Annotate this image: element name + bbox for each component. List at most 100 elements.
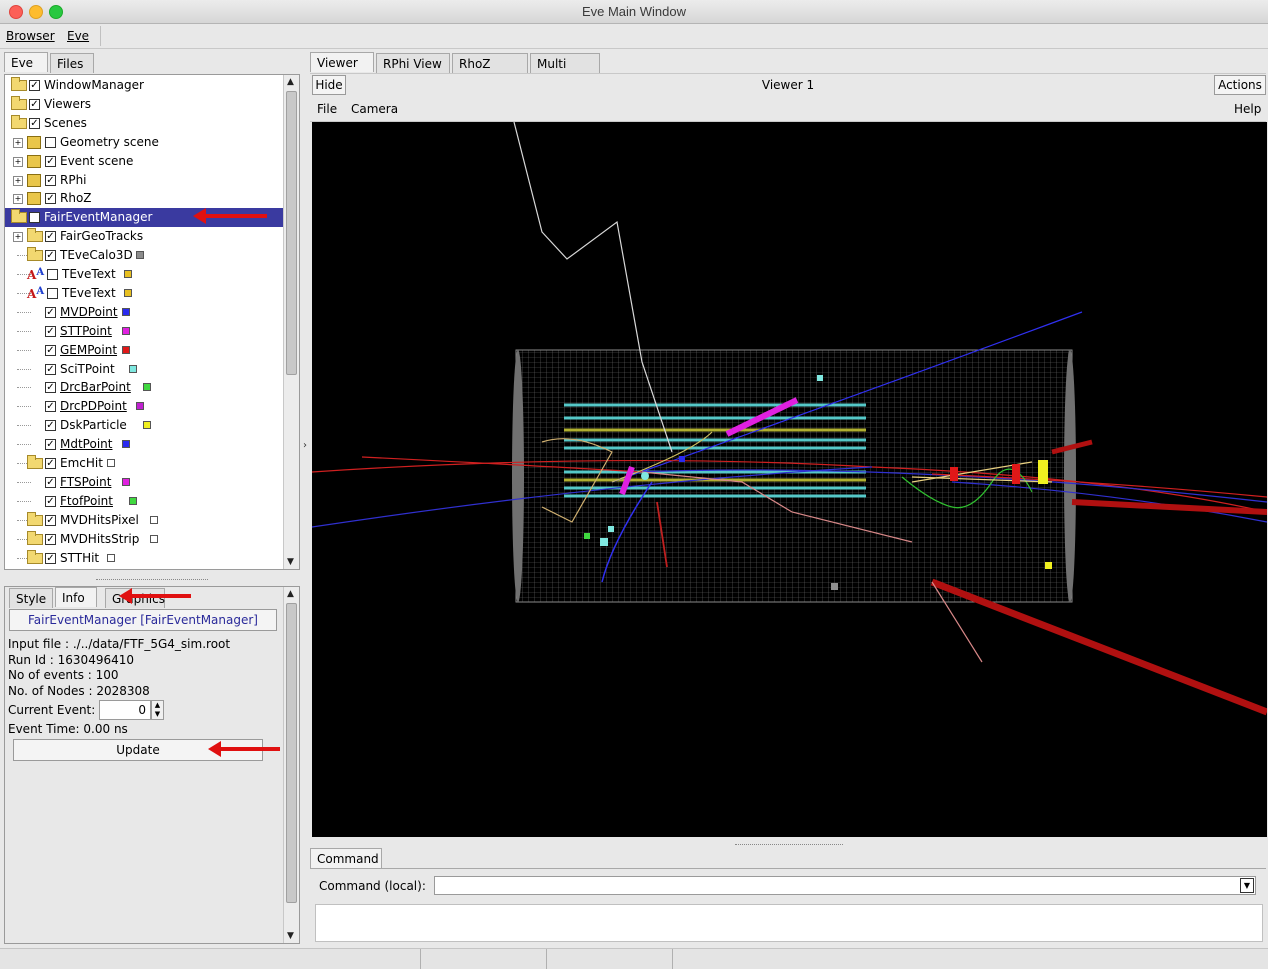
tree-item[interactable]: + ✓ RPhi — [5, 171, 283, 190]
expand-icon[interactable]: + — [13, 232, 23, 243]
tree-item[interactable]: ✓ MdtPoint — [5, 435, 283, 454]
tree-item[interactable]: ✓ DrcBarPoint — [5, 378, 283, 397]
command-dropdown-icon[interactable]: ▼ — [1240, 878, 1254, 893]
visibility-checkbox[interactable]: ✓ — [45, 514, 56, 526]
tree-item[interactable]: AA TEveText — [5, 284, 283, 303]
tree-item[interactable]: ✓ FtofPoint — [5, 492, 283, 511]
tab-rphi-view[interactable]: RPhi View — [376, 53, 450, 73]
tree-item[interactable]: ✓ GEMPoint — [5, 341, 283, 360]
tree-item[interactable]: ✓ Viewers — [5, 95, 283, 114]
color-swatch[interactable] — [121, 345, 130, 354]
expand-icon[interactable]: + — [13, 137, 23, 148]
tree-item[interactable]: ✓ WindowManager — [5, 76, 283, 95]
tree-item[interactable]: ✓ Scenes — [5, 114, 283, 133]
color-swatch[interactable] — [121, 307, 130, 316]
visibility-checkbox[interactable] — [45, 136, 56, 148]
scroll-up-icon[interactable]: ▲ — [287, 77, 294, 87]
current-event-input[interactable]: 0 — [99, 700, 151, 720]
tab-viewer1[interactable]: Viewer 1 — [310, 52, 374, 90]
visibility-checkbox[interactable]: ✓ — [45, 344, 56, 356]
tab-eve[interactable]: Eve — [4, 52, 48, 72]
tab-command[interactable]: Command — [310, 848, 382, 868]
color-swatch[interactable] — [107, 459, 116, 467]
tree-item[interactable]: + ✓ RhoZ — [5, 189, 283, 208]
tree-item[interactable]: ✓ MVDHitsPixel — [5, 511, 283, 530]
visibility-checkbox[interactable]: ✓ — [45, 420, 56, 432]
tab-info[interactable]: Info — [55, 587, 97, 607]
tree-item[interactable]: ✓ MVDPoint — [5, 303, 283, 322]
scroll-down-icon[interactable]: ▼ — [287, 557, 294, 567]
visibility-checkbox[interactable]: ✓ — [29, 98, 40, 110]
event-spinner[interactable]: ▲ ▼ — [151, 700, 164, 720]
menu-eve[interactable]: Eve — [67, 29, 89, 43]
color-swatch[interactable] — [136, 402, 144, 411]
visibility-checkbox[interactable]: ✓ — [45, 401, 56, 413]
tree-item[interactable]: ✓ EmcHit — [5, 454, 283, 473]
color-swatch[interactable] — [128, 496, 137, 505]
visibility-checkbox[interactable]: ✓ — [29, 212, 40, 224]
tree-item[interactable]: ✓ SciTPoint — [5, 360, 283, 379]
color-swatch[interactable] — [107, 553, 116, 562]
color-swatch[interactable] — [123, 270, 132, 278]
expand-icon[interactable]: + — [13, 175, 23, 186]
tab-rhoz-view[interactable]: RhoZ View — [452, 53, 528, 91]
spin-down-icon[interactable]: ▼ — [155, 710, 160, 718]
color-swatch[interactable] — [121, 440, 130, 449]
editor-scroll-down-icon[interactable]: ▼ — [287, 931, 294, 941]
tree-item[interactable]: AA TEveText — [5, 265, 283, 284]
panel-splitter[interactable] — [96, 573, 208, 580]
visibility-checkbox[interactable]: ✓ — [45, 495, 56, 507]
visibility-checkbox[interactable]: ✓ — [45, 533, 56, 545]
color-swatch[interactable] — [143, 421, 152, 430]
visibility-checkbox[interactable] — [47, 287, 58, 299]
viewer-menu-camera[interactable]: Camera — [351, 102, 398, 116]
visibility-checkbox[interactable]: ✓ — [29, 80, 40, 91]
visibility-checkbox[interactable]: ✓ — [45, 325, 56, 337]
tree-item[interactable]: ✓ DrcPDPoint — [5, 397, 283, 416]
tree-item[interactable]: ✓ STTHit — [5, 549, 283, 568]
expand-icon[interactable]: + — [13, 156, 23, 167]
tab-multi-view[interactable]: Multi View — [530, 53, 600, 91]
color-swatch[interactable] — [143, 383, 152, 392]
tree-scrollbar[interactable]: ▲ ▼ — [283, 75, 299, 569]
tree-item[interactable]: + ✓ Event scene — [5, 152, 283, 171]
viewer-splitter[interactable] — [735, 838, 843, 845]
tab-graphics[interactable]: Graphics — [105, 588, 165, 608]
color-swatch[interactable] — [150, 534, 159, 543]
visibility-checkbox[interactable] — [47, 269, 58, 280]
visibility-checkbox[interactable]: ✓ — [45, 458, 56, 469]
spin-up-icon[interactable]: ▲ — [155, 701, 160, 709]
visibility-checkbox[interactable]: ✓ — [45, 439, 56, 451]
tree-item[interactable]: ✓ FTSPoint — [5, 473, 283, 492]
viewer-menu-help[interactable]: Help — [1234, 102, 1261, 116]
visibility-checkbox[interactable]: ✓ — [45, 552, 56, 564]
viewer-menu-file[interactable]: File — [317, 102, 337, 116]
tab-style[interactable]: Style — [9, 588, 53, 608]
tree-item[interactable]: ✓ STTPoint — [5, 322, 283, 341]
tree-item[interactable]: ✓ TEveCalo3D — [5, 246, 283, 265]
color-swatch[interactable] — [123, 288, 132, 297]
scroll-thumb[interactable] — [286, 91, 297, 375]
object-header-button[interactable]: FairEventManager [FairEventManager] — [9, 609, 277, 631]
menu-browser[interactable]: Browser — [6, 29, 55, 43]
visibility-checkbox[interactable]: ✓ — [45, 174, 56, 186]
tree-item[interactable]: ✓ DskParticle — [5, 416, 283, 435]
tree-item[interactable]: ✓ MVDHitsStrip — [5, 530, 283, 549]
tab-files[interactable]: Files — [50, 53, 94, 73]
visibility-checkbox[interactable]: ✓ — [45, 382, 56, 394]
visibility-checkbox[interactable]: ✓ — [45, 155, 56, 167]
visibility-checkbox[interactable]: ✓ — [45, 250, 56, 262]
editor-scroll-thumb[interactable] — [286, 603, 297, 903]
color-swatch[interactable] — [128, 364, 137, 373]
tree-item[interactable]: + ✓ FairGeoTracks — [5, 227, 283, 246]
color-swatch[interactable] — [150, 515, 159, 524]
visibility-checkbox[interactable]: ✓ — [45, 363, 56, 375]
splitter-handle-icon[interactable]: › — [303, 440, 307, 451]
actions-button[interactable]: Actions — [1214, 75, 1266, 95]
visibility-checkbox[interactable]: ✓ — [45, 306, 56, 318]
color-swatch[interactable] — [121, 326, 130, 335]
color-swatch[interactable] — [136, 251, 144, 260]
tree-item[interactable]: + Geometry scene — [5, 133, 283, 152]
visibility-checkbox[interactable]: ✓ — [45, 476, 56, 488]
visibility-checkbox[interactable]: ✓ — [29, 117, 40, 129]
